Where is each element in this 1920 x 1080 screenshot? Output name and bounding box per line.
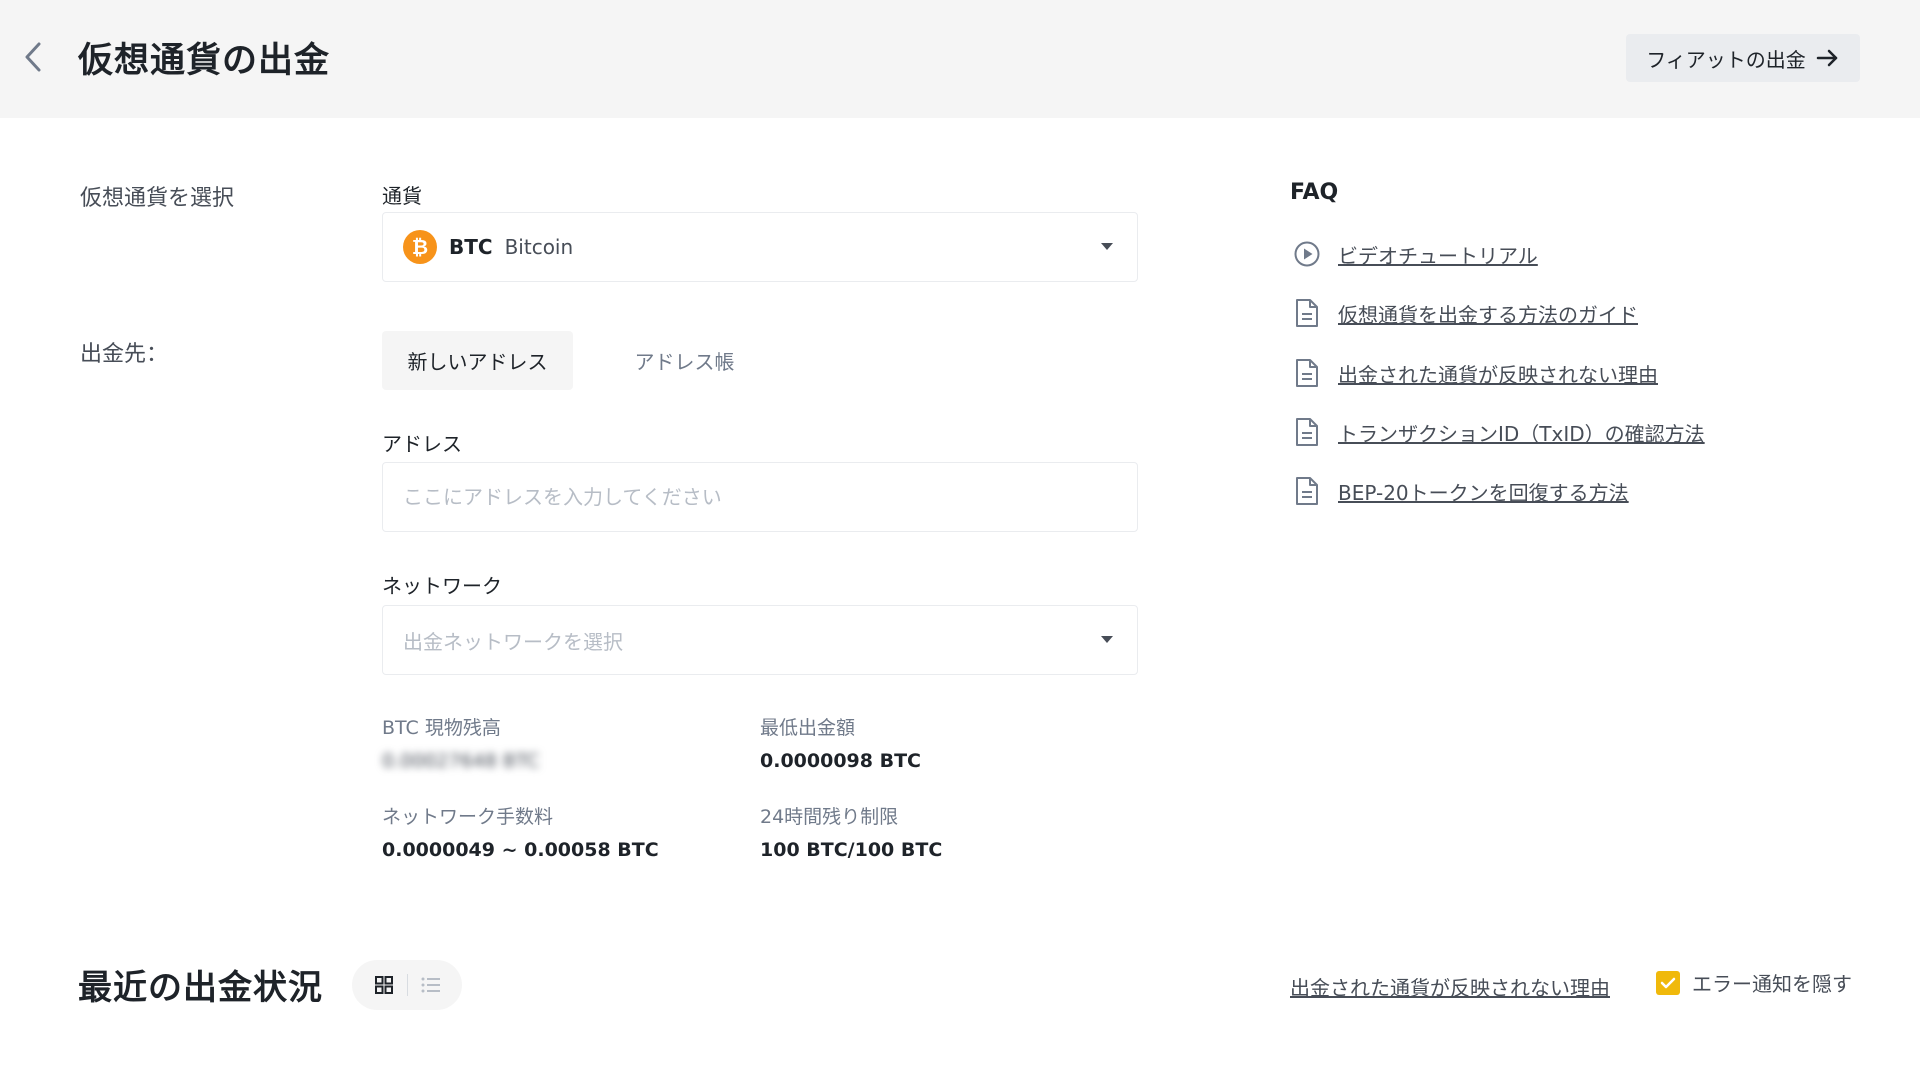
daily-limit-label: 24時間残り制限 [760,806,899,828]
address-input[interactable] [403,485,1117,509]
document-icon [1290,356,1324,390]
currency-select[interactable]: ₿ BTC Bitcoin [382,212,1138,282]
hide-errors-label: エラー通知を隠す [1692,972,1852,996]
network-fee-value: 0.0000049 ~ 0.00058 BTC [382,839,659,861]
caret-down-icon [1101,636,1113,643]
toggle-divider [406,974,408,996]
network-label: ネットワーク [382,574,502,598]
document-icon [1290,296,1324,330]
list-icon [421,977,440,993]
bitcoin-icon: ₿ [403,230,437,264]
faq-link: ビデオチュートリアル [1338,243,1538,268]
hide-errors-checkbox[interactable] [1656,970,1680,995]
currency-label: 通貨 [382,184,422,208]
destination-label: 出金先： [80,342,169,367]
play-circle-icon [1290,237,1324,271]
select-crypto-label: 仮想通貨を選択 [80,186,235,211]
balance-label: BTC 現物残高 [382,717,501,739]
faq-title: FAQ [1290,180,1339,205]
faq-item-bep20[interactable]: BEP-20トークンを回復する方法 [1290,471,1629,511]
grid-icon [374,976,393,994]
list-view-button[interactable] [415,969,447,1001]
chevron-left-icon [25,42,41,72]
network-placeholder: 出金ネットワークを選択 [403,629,623,654]
balance-value: 0.00027648 BTC [382,750,540,772]
tab-address-book[interactable]: アドレス帳 [612,331,757,390]
recent-withdrawals-title: 最近の出金状況 [78,968,323,1008]
faq-item-video-tutorial[interactable]: ビデオチュートリアル [1290,234,1538,274]
faq-link: 仮想通貨を出金する方法のガイド [1338,302,1638,327]
page-title: 仮想通貨の出金 [78,41,331,81]
faq-link: BEP-20トークンを回復する方法 [1338,480,1629,505]
currency-name: Bitcoin [504,235,574,259]
currency-code: BTC [449,235,493,259]
checkmark-icon [1660,977,1676,988]
hide-errors-toggle[interactable]: エラー通知を隠す [1656,968,1852,997]
network-fee-label: ネットワーク手数料 [382,806,554,828]
grid-view-button[interactable] [368,969,400,1001]
faq-link: 出金された通貨が反映されない理由 [1338,362,1658,387]
document-icon [1290,474,1324,508]
not-reflected-reason-link[interactable]: 出金された通貨が反映されない理由 [1290,972,1610,1001]
min-withdraw-label: 最低出金額 [760,717,856,739]
tab-new-address[interactable]: 新しいアドレス [382,331,573,390]
faq-item-withdraw-guide[interactable]: 仮想通貨を出金する方法のガイド [1290,293,1638,333]
fiat-withdraw-label: フィアットの出金 [1646,47,1806,72]
view-toggle [352,960,462,1010]
fiat-withdraw-button[interactable]: フィアットの出金 [1626,34,1860,82]
page-header: 仮想通貨の出金 フィアットの出金 [0,0,1920,118]
back-button[interactable] [16,38,50,76]
network-select[interactable]: 出金ネットワークを選択 [382,605,1138,675]
faq-item-not-reflected[interactable]: 出金された通貨が反映されない理由 [1290,353,1658,393]
address-field-wrapper [382,462,1138,532]
faq-link: トランザクションID（TxID）の確認方法 [1338,421,1705,446]
min-withdraw-value: 0.0000098 BTC [760,750,921,772]
document-icon [1290,415,1324,449]
arrow-right-icon [1816,49,1838,67]
daily-limit-value: 100 BTC/100 BTC [760,839,943,861]
faq-item-txid[interactable]: トランザクションID（TxID）の確認方法 [1290,412,1705,452]
caret-down-icon [1101,243,1113,250]
address-label: アドレス [382,432,462,456]
